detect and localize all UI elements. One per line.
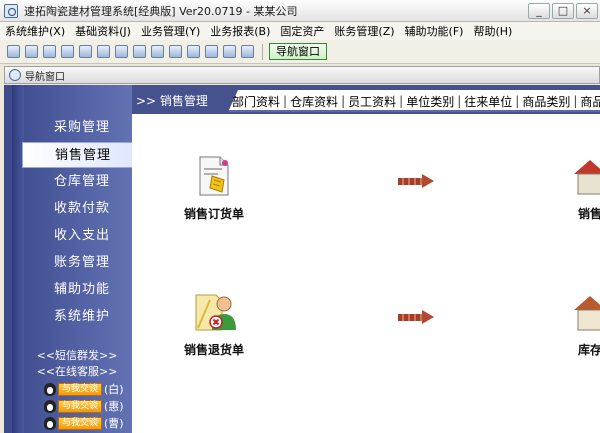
link-product-categories[interactable]: 商品类别 — [522, 93, 570, 110]
qq-contact-name: (惠) — [104, 400, 124, 413]
link-separator: | — [457, 94, 462, 108]
maximize-button[interactable]: □ — [552, 3, 574, 19]
network-icon[interactable] — [114, 45, 128, 58]
monitor-icon[interactable] — [60, 45, 74, 58]
link-separator: | — [341, 94, 346, 108]
sidebar-item-accounts[interactable]: 账务管理 — [22, 250, 132, 276]
qq-contact-row[interactable]: 与我交谈 (曹) — [44, 416, 124, 430]
close-button[interactable]: × — [576, 3, 598, 19]
function-canvas: 销售订货单 销售 销售退货单 库存 — [132, 114, 600, 433]
menu-help[interactable]: 帮助(H) — [468, 23, 517, 39]
nav-window-title: 导航窗口 — [25, 71, 65, 83]
minimize-button[interactable]: _ — [528, 3, 550, 19]
toolbar: 导航窗口 — [0, 40, 600, 64]
calculator-icon[interactable] — [6, 45, 20, 58]
link-warehouses[interactable]: 仓库资料 — [290, 93, 338, 110]
save-icon[interactable] — [168, 45, 182, 58]
store-icon — [574, 160, 600, 195]
nav-window-button[interactable]: 导航窗口 — [269, 43, 327, 60]
folder-icon[interactable] — [150, 45, 164, 58]
sales-order-function[interactable]: 销售订货单 — [174, 154, 254, 222]
nav-window-icon — [9, 69, 21, 81]
window-title: 速拓陶瓷建材管理系统[经典版] Ver20.0719 - 某某公司 — [24, 4, 298, 18]
menu-accounts[interactable]: 账务管理(Z) — [329, 23, 399, 39]
sales-return-function[interactable]: 销售退货单 — [174, 290, 254, 358]
qq-chat-button[interactable]: 与我交谈 — [58, 416, 103, 430]
nav-window-titlebar: 导航窗口 — [4, 66, 600, 84]
help-icon[interactable] — [222, 45, 236, 58]
qq-penguin-icon — [44, 416, 56, 430]
link-separator: | — [515, 94, 520, 108]
sidebar: 采购管理 销售管理 仓库管理 收款付款 收入支出 账务管理 辅助功能 系统维护 … — [4, 85, 132, 433]
qq-contact-row[interactable]: 与我交谈 (白) — [44, 382, 124, 396]
notepad-icon[interactable] — [24, 45, 38, 58]
module-tab-label: >> 销售管理 — [132, 90, 238, 112]
menu-business[interactable]: 业务管理(Y) — [136, 23, 205, 39]
online-service-link[interactable]: <<在线客服>> — [22, 363, 132, 379]
menu-auxiliary[interactable]: 辅助功能(F) — [400, 23, 469, 39]
qq-penguin-icon — [44, 382, 56, 396]
sidebar-item-sales[interactable]: 销售管理 — [22, 142, 132, 168]
sidebar-item-warehouse[interactable]: 仓库管理 — [22, 169, 132, 195]
sidebar-item-payments[interactable]: 收款付款 — [22, 196, 132, 222]
return-document-icon — [195, 294, 236, 331]
qq-contact-name: (白) — [104, 383, 124, 396]
link-separator: | — [573, 94, 578, 108]
module-tabstrip: >> 销售管理 部门资料 | 仓库资料 | 员工资料 | 单位类别 | 往来单位… — [132, 90, 600, 112]
function-label: 销售订货单 — [183, 207, 244, 221]
sidebar-item-system[interactable]: 系统维护 — [22, 304, 132, 330]
disk-icon[interactable] — [186, 45, 200, 58]
menu-system[interactable]: 系统维护(X) — [0, 23, 70, 39]
print-preview-icon[interactable] — [132, 45, 146, 58]
function-label: 销售 — [577, 207, 600, 221]
app-icon[interactable] — [4, 3, 18, 18]
tools-icon[interactable] — [96, 45, 110, 58]
sales-function[interactable]: 销售 — [550, 154, 600, 222]
toolbar-separator — [262, 43, 263, 60]
qq-chat-button[interactable]: 与我交谈 — [58, 382, 103, 396]
link-unit-categories[interactable]: 单位类别 — [406, 93, 454, 110]
document-icon[interactable] — [42, 45, 56, 58]
sidebar-item-purchase[interactable]: 采购管理 — [22, 115, 132, 141]
qq-penguin-icon — [44, 399, 56, 413]
title-bar: 速拓陶瓷建材管理系统[经典版] Ver20.0719 - 某某公司 _ □ × — [0, 0, 600, 22]
quick-links: 部门资料 | 仓库资料 | 员工资料 | 单位类别 | 往来单位 | 商品类别 … — [232, 90, 600, 112]
sidebar-item-auxiliary[interactable]: 辅助功能 — [22, 277, 132, 303]
menu-reports[interactable]: 业务报表(B) — [205, 23, 275, 39]
link-employees[interactable]: 员工资料 — [348, 93, 396, 110]
flow-arrow — [398, 310, 436, 324]
menu-bar: 系统维护(X) 基础资料(J) 业务管理(Y) 业务报表(B) 固定资产 账务管… — [0, 22, 600, 40]
menu-fixed-assets[interactable]: 固定资产 — [275, 23, 329, 39]
printer-icon[interactable] — [204, 45, 218, 58]
qq-chat-button[interactable]: 与我交谈 — [58, 399, 103, 413]
link-partners[interactable]: 往来单位 — [464, 93, 512, 110]
link-separator: | — [399, 94, 404, 108]
sms-link[interactable]: <<短信群发>> — [22, 347, 132, 363]
qq-contact-name: (曹) — [104, 417, 124, 430]
order-document-icon — [199, 156, 229, 196]
edit-icon[interactable] — [78, 45, 92, 58]
link-products[interactable]: 商品资 — [580, 93, 600, 110]
link-separator: | — [283, 94, 288, 108]
link-departments[interactable]: 部门资料 — [232, 93, 280, 110]
qq-contact-row[interactable]: 与我交谈 (惠) — [44, 399, 124, 413]
exit-icon[interactable] — [240, 45, 254, 58]
sidebar-item-income-expense[interactable]: 收入支出 — [22, 223, 132, 249]
function-label: 库存 — [577, 343, 600, 357]
inventory-function[interactable]: 库存 — [550, 290, 600, 358]
function-label: 销售退货单 — [183, 343, 244, 357]
menu-basic-data[interactable]: 基础资料(J) — [70, 23, 136, 39]
warehouse-icon — [574, 296, 600, 331]
flow-arrow — [398, 174, 436, 188]
